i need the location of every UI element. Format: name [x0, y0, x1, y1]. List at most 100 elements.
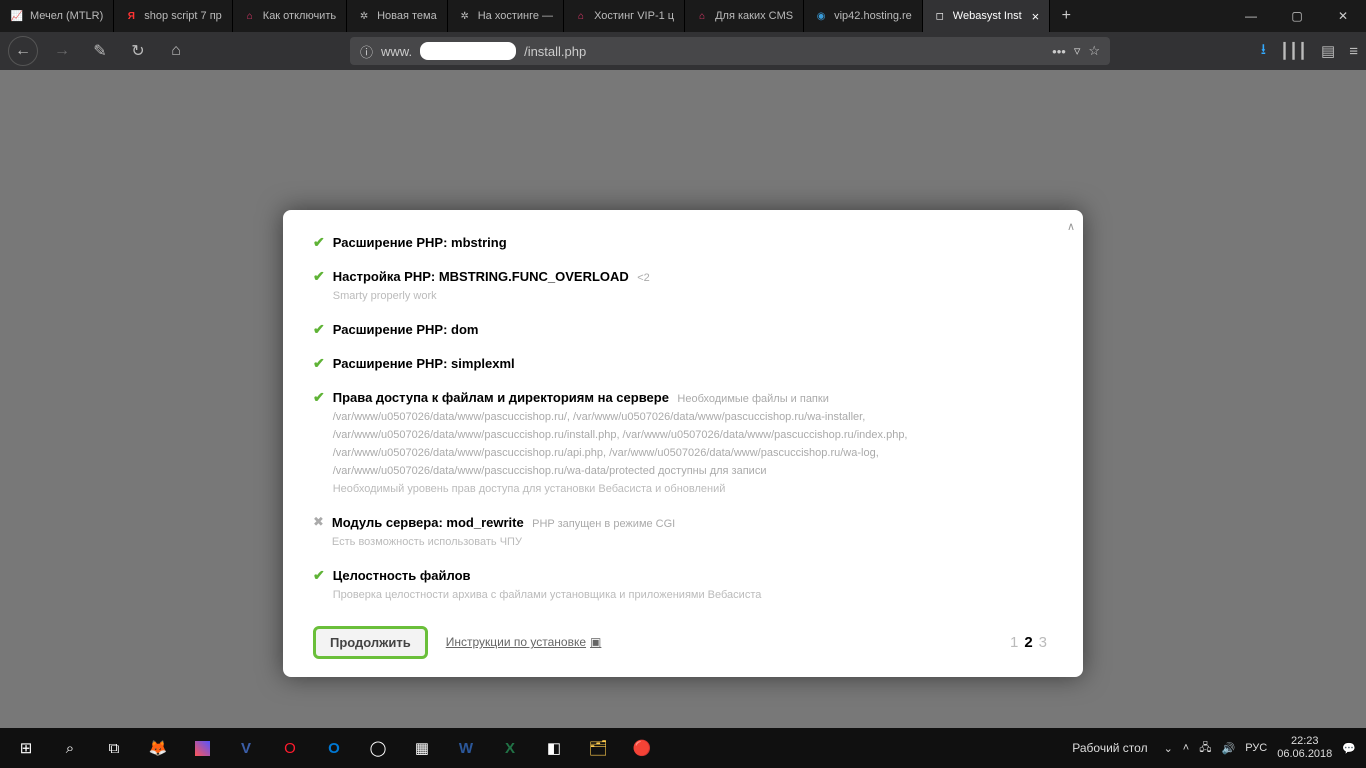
tray-chevron-up-icon[interactable]: ˄	[1183, 742, 1189, 754]
clock-date: 06.06.2018	[1277, 748, 1332, 761]
menu-icon[interactable]: ≡	[1349, 43, 1358, 60]
library-icon[interactable]: ┃┃┃	[1280, 42, 1307, 60]
favicon-icon: ⌂	[574, 9, 588, 23]
check-desc: Проверка целостности архива с файлами ус…	[333, 588, 1053, 604]
favicon-icon: ✲	[458, 9, 472, 23]
favicon-icon: ⌂	[243, 9, 257, 23]
chrome-icon[interactable]: ◯	[356, 728, 400, 768]
tab-2[interactable]: ⌂ Как отключить	[233, 0, 347, 32]
page-3: 3	[1039, 634, 1053, 651]
app-dark-icon[interactable]: ◧	[532, 728, 576, 768]
tab-5[interactable]: ⌂Хостинг VIP-1 ц	[564, 0, 685, 32]
tab-1[interactable]: Яshop script 7 пр	[114, 0, 233, 32]
dev-button[interactable]: ✎	[86, 37, 114, 65]
check-note: Необходимые файлы и папки /var/www/u0507…	[333, 393, 908, 477]
pocket-icon[interactable]: ▿	[1074, 43, 1081, 59]
check-title: Настройка PHP: MBSTRING.FUNC_OVERLOAD	[333, 269, 629, 284]
app-icon[interactable]	[180, 728, 224, 768]
url-prefix: www.	[381, 44, 412, 59]
visio-icon[interactable]: V	[224, 728, 268, 768]
tab-8[interactable]: ◻ Webasyst Inst ×	[923, 0, 1050, 32]
start-button[interactable]: ⊞	[4, 728, 48, 768]
firefox-icon[interactable]: 🦊	[136, 728, 180, 768]
page-content: ∧ ✔ Расширение PHP: mbstring ✔ Настройка…	[0, 70, 1366, 728]
favicon-icon: ✲	[357, 9, 371, 23]
browser-tab-strip: 📈Мечел (MTLR) Яshop script 7 пр ⌂ Как отк…	[0, 0, 1366, 32]
panel-footer: Продолжить Инструкции по установке ▣ 123	[313, 626, 1053, 659]
url-redacted	[420, 42, 516, 60]
explorer-icon[interactable]: 🗂	[576, 728, 620, 768]
close-tab-icon[interactable]: ×	[1028, 9, 1040, 24]
check-title: Целостность файлов	[333, 568, 471, 583]
scroll-up-icon[interactable]: ∧	[1067, 220, 1075, 233]
notifications-icon[interactable]: 💬	[1342, 742, 1356, 755]
favicon-icon: ◉	[814, 9, 828, 23]
check-title: Модуль сервера: mod_rewrite	[332, 515, 524, 530]
maximize-button[interactable]: ▢	[1274, 0, 1320, 32]
tab-label: Новая тема	[377, 10, 437, 22]
instructions-label: Инструкции по установке	[446, 635, 586, 649]
check-pass-icon: ✔	[313, 268, 325, 285]
check-pass-icon: ✔	[313, 234, 325, 251]
check-note: <2	[637, 272, 650, 284]
tab-3[interactable]: ✲ Новая тема	[347, 0, 448, 32]
instructions-link[interactable]: Инструкции по установке ▣	[446, 635, 602, 649]
tab-label: shop script 7 пр	[144, 10, 222, 22]
new-tab-button[interactable]: +	[1050, 0, 1082, 32]
search-icon[interactable]: ⌕	[48, 728, 92, 768]
url-suffix: /install.php	[524, 44, 586, 59]
tab-7[interactable]: ◉vip42.hosting.re	[804, 0, 923, 32]
url-actions-icon[interactable]: •••	[1052, 44, 1066, 59]
favicon-icon: Я	[124, 9, 138, 23]
app-color-icon[interactable]: 🔴	[620, 728, 664, 768]
tab-0[interactable]: 📈Мечел (MTLR)	[0, 0, 114, 32]
tab-label: Мечел (MTLR)	[30, 10, 103, 22]
excel-icon[interactable]: X	[488, 728, 532, 768]
close-window-button[interactable]: ✕	[1320, 0, 1366, 32]
check-row: ✔ Расширение PHP: dom	[313, 321, 1053, 339]
opera-icon[interactable]: O	[268, 728, 312, 768]
downloads-icon[interactable]: ⭳	[1261, 39, 1266, 64]
info-icon[interactable]: ⓘ	[360, 42, 373, 61]
clock-time: 22:23	[1277, 735, 1332, 748]
network-icon[interactable]: 🖧	[1199, 739, 1211, 758]
continue-button[interactable]: Продолжить	[313, 626, 428, 659]
minimize-button[interactable]: —	[1228, 0, 1274, 32]
reload-button[interactable]: ↻	[124, 37, 152, 65]
check-title: Расширение PHP: mbstring	[333, 235, 507, 250]
task-view-icon[interactable]: ⧉	[92, 728, 136, 768]
word-icon[interactable]: W	[444, 728, 488, 768]
check-desc: Smarty properly work	[333, 289, 1053, 305]
address-bar[interactable]: ⓘ www. /install.php ••• ▿ ☆	[350, 37, 1110, 65]
tab-label: Webasyst Inst	[953, 10, 1022, 22]
tab-6[interactable]: ⌂Для каких CMS	[685, 0, 804, 32]
check-note: PHP запущен в режиме CGI	[532, 518, 675, 530]
show-desktop-label[interactable]: Рабочий стол	[1072, 741, 1147, 755]
installer-panel: ∧ ✔ Расширение PHP: mbstring ✔ Настройка…	[283, 210, 1083, 677]
check-title: Права доступа к файлам и директориям на …	[333, 390, 669, 405]
forward-button[interactable]: →	[48, 37, 76, 65]
check-row: ✔ Расширение PHP: mbstring	[313, 234, 1053, 252]
check-row: ✔ Права доступа к файлам и директориям н…	[313, 389, 1053, 498]
calculator-icon[interactable]: ▦	[400, 728, 444, 768]
volume-icon[interactable]: 🔊	[1222, 742, 1236, 755]
browser-toolbar: ← → ✎ ↻ ⌂ ⓘ www. /install.php ••• ▿ ☆ ⭳ …	[0, 32, 1366, 70]
tab-label: Как отключить	[263, 10, 336, 22]
favicon-icon: ◻	[933, 9, 947, 23]
external-icon: ▣	[590, 635, 601, 649]
home-button[interactable]: ⌂	[162, 37, 190, 65]
clock[interactable]: 22:23 06.06.2018	[1277, 735, 1332, 760]
tray-chevron-icon[interactable]: ⌄	[1164, 742, 1173, 755]
outlook-icon[interactable]: O	[312, 728, 356, 768]
check-pass-icon: ✔	[313, 389, 325, 406]
check-desc: Есть возможность использовать ЧПУ	[332, 535, 1053, 551]
tab-label: Для каких CMS	[715, 10, 793, 22]
sidebar-icon[interactable]: ▤	[1321, 42, 1335, 60]
back-button[interactable]: ←	[8, 36, 38, 66]
check-warn-icon: ✖	[313, 514, 324, 530]
tab-4[interactable]: ✲На хостинге —	[448, 0, 564, 32]
window-controls: — ▢ ✕	[1228, 0, 1366, 32]
bookmark-icon[interactable]: ☆	[1088, 43, 1100, 59]
lang-indicator[interactable]: РУС	[1245, 742, 1267, 754]
page-1: 1	[1010, 634, 1024, 651]
